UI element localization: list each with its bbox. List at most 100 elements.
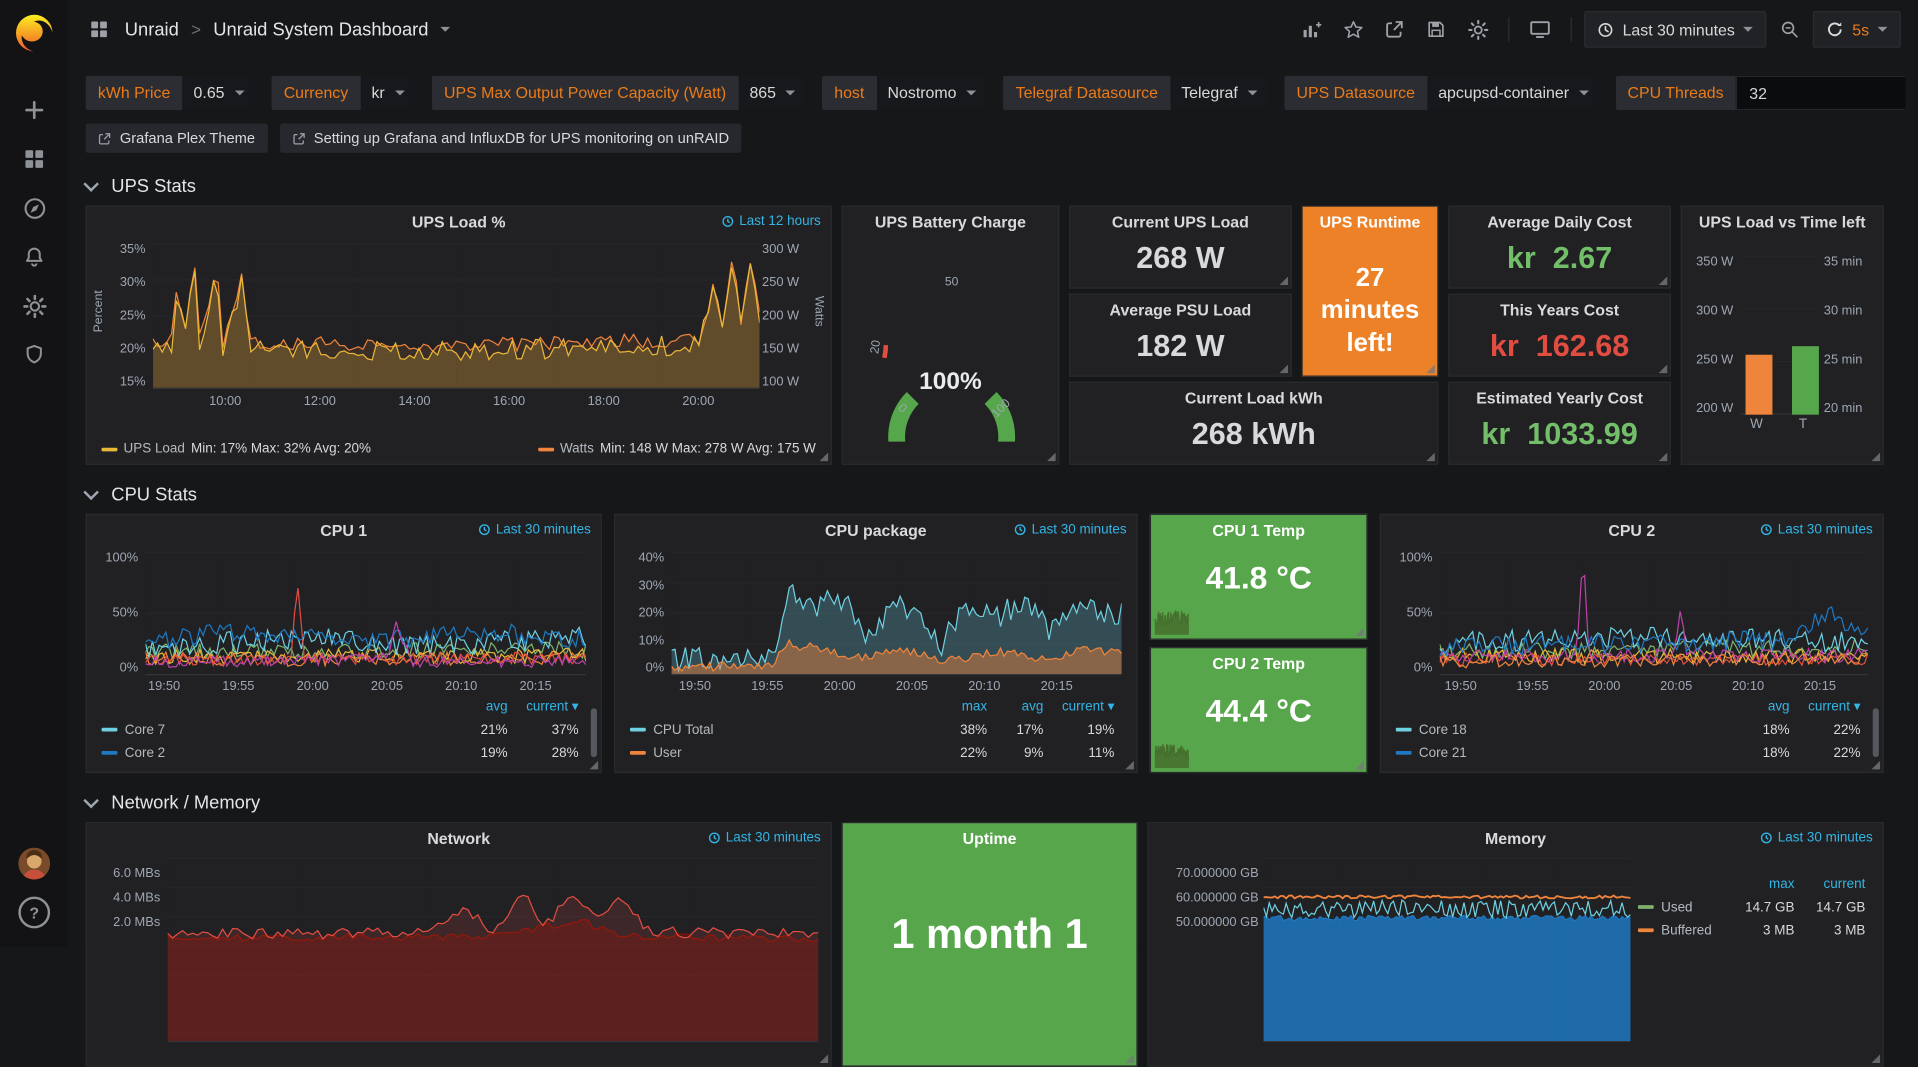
sidebar-item-alerting[interactable] — [10, 232, 59, 281]
panel-title[interactable]: Uptime — [843, 829, 1137, 847]
sidebar-item-create[interactable] — [10, 86, 59, 135]
variable-value-kwh-price[interactable]: 0.65 — [183, 76, 255, 110]
chart-plot[interactable] — [146, 552, 586, 676]
panel-title[interactable]: This Years Cost — [1450, 301, 1670, 319]
bar-chart[interactable]: WT — [1741, 256, 1819, 437]
chart-plot[interactable] — [153, 243, 760, 389]
variable-value-telegraf-datasource[interactable]: Telegraf — [1170, 76, 1267, 110]
y-axis-left: 35%30%25%20%15% — [104, 243, 146, 387]
time-series-chart[interactable] — [1264, 857, 1631, 1040]
chart-plot[interactable] — [672, 552, 1122, 676]
axis-tick: 10% — [638, 634, 664, 646]
panel-title[interactable]: Current UPS Load — [1070, 213, 1290, 231]
dashboard-link-setting-up-grafana-and-influxdb-for-ups-monitoring-on-unraid[interactable]: Setting up Grafana and InfluxDB for UPS … — [280, 124, 742, 153]
legend-scrollbar[interactable] — [1873, 708, 1879, 757]
panel-title[interactable]: Estimated Yearly Cost — [1450, 389, 1670, 407]
legend-sort-header[interactable]: current ▾ — [1048, 698, 1119, 714]
time-picker-button[interactable]: Last 30 minutes — [1585, 11, 1767, 48]
chart-plot[interactable] — [1440, 552, 1868, 676]
axis-tick: 0% — [646, 662, 665, 674]
variable-host: hostNostromo — [822, 76, 986, 110]
variable-value-currency[interactable]: kr — [360, 76, 414, 110]
bar-w[interactable]: W — [1741, 256, 1773, 437]
panel-title[interactable]: Current Load kWh — [1070, 389, 1437, 407]
sidebar-item-explore[interactable] — [10, 183, 59, 232]
sparkline — [1155, 601, 1189, 635]
variable-input-cpu-threads[interactable] — [1736, 76, 1906, 110]
gear-icon — [23, 294, 46, 317]
dashboard-link-grafana-plex-theme[interactable]: Grafana Plex Theme — [86, 124, 268, 153]
panel-title[interactable]: UPS Battery Charge — [843, 213, 1058, 231]
panel-title[interactable]: UPS Load % — [87, 213, 831, 231]
sidebar-item-dashboards[interactable] — [10, 135, 59, 184]
legend-series-name[interactable]: Core 2 — [102, 746, 457, 761]
legend-series-name[interactable]: Core 7 — [102, 722, 457, 737]
user-avatar[interactable] — [10, 839, 59, 888]
sidebar-item-server-admin[interactable] — [10, 330, 59, 379]
row-header-cpu-stats[interactable]: CPU Stats — [86, 479, 197, 508]
legend-item[interactable]: UPS LoadMin: 17% Max: 32% Avg: 20% — [102, 442, 371, 457]
time-series-chart[interactable] — [146, 552, 586, 674]
axis-tick: 0% — [1414, 662, 1433, 674]
axis-tick: 19:55 — [1516, 679, 1548, 694]
panel-title[interactable]: Average PSU Load — [1070, 301, 1290, 319]
axis-tick: 20:05 — [1660, 679, 1692, 694]
legend-series-name[interactable]: Core 18 — [1396, 722, 1738, 737]
legend-series-name[interactable]: Buffered — [1638, 923, 1743, 938]
chart-plot[interactable] — [1264, 857, 1631, 1042]
share-button[interactable] — [1377, 12, 1414, 46]
chart-plot[interactable] — [168, 857, 819, 1042]
axis-tick: 20:05 — [371, 679, 403, 694]
time-series-chart[interactable] — [1440, 552, 1868, 674]
time-series-chart[interactable] — [168, 857, 819, 1040]
time-series-chart[interactable] — [153, 243, 760, 387]
dashboard-settings-button[interactable] — [1460, 12, 1497, 46]
variable-value-ups-datasource[interactable]: apcupsd-container — [1427, 76, 1598, 110]
y-axis-left: 40%30%20%10%0% — [628, 552, 665, 674]
zoom-out-button[interactable] — [1772, 12, 1809, 46]
panel-title[interactable]: UPS Load vs Time left — [1682, 213, 1883, 231]
refresh-interval-label[interactable]: 5s — [1852, 20, 1869, 38]
legend-sort-header[interactable]: avg — [992, 699, 1048, 714]
apps-grid-icon[interactable] — [86, 12, 113, 46]
legend-series-name[interactable]: Used — [1638, 900, 1743, 915]
time-series-chart[interactable] — [672, 552, 1122, 674]
grafana-logo-icon[interactable] — [13, 12, 55, 54]
panel-title[interactable]: Average Daily Cost — [1450, 213, 1670, 231]
legend-sort-header[interactable]: current — [1799, 876, 1870, 891]
dashboard-title[interactable]: Unraid System Dashboard — [213, 19, 428, 40]
legend-scrollbar[interactable] — [591, 708, 597, 757]
variable-value-host[interactable]: Nostromo — [877, 76, 987, 110]
help-icon[interactable]: ? — [10, 888, 59, 937]
row-header-network-memory[interactable]: Network / Memory — [86, 788, 261, 817]
legend-sort-header[interactable]: avg — [1738, 699, 1794, 714]
legend-sort-header[interactable]: current ▾ — [513, 698, 584, 714]
legend-sort-header[interactable]: current ▾ — [1794, 698, 1865, 714]
panel-title[interactable]: CPU 1 Temp — [1151, 521, 1366, 539]
legend-sort-header[interactable]: max — [1743, 876, 1799, 891]
add-panel-button[interactable] — [1294, 12, 1331, 46]
link-label: Grafana Plex Theme — [120, 130, 255, 147]
refresh-button[interactable]: 5s — [1813, 11, 1901, 48]
legend-sort-header[interactable]: avg — [456, 699, 512, 714]
shield-icon — [23, 344, 45, 366]
legend-series-name[interactable]: Core 21 — [1396, 746, 1738, 761]
legend-item[interactable]: WattsMin: 148 W Max: 278 W Avg: 175 W — [538, 442, 816, 457]
breadcrumb-app[interactable]: Unraid — [125, 19, 179, 40]
tv-kiosk-button[interactable] — [1522, 12, 1559, 46]
bar-label: T — [1787, 417, 1819, 437]
variable-telegraf-datasource: Telegraf DatasourceTelegraf — [1003, 76, 1267, 110]
x-axis: 19:5019:5520:0020:0520:1020:15 — [1445, 679, 1836, 694]
legend-series-name[interactable]: CPU Total — [630, 722, 936, 737]
chevron-down-icon[interactable] — [441, 27, 451, 32]
row-header-ups-stats[interactable]: UPS Stats — [86, 171, 196, 200]
sidebar-item-configuration[interactable] — [10, 281, 59, 330]
panel-title[interactable]: UPS Runtime — [1303, 213, 1438, 231]
save-button[interactable] — [1418, 12, 1455, 46]
legend-series-name[interactable]: User — [630, 746, 936, 761]
star-button[interactable] — [1335, 12, 1372, 46]
panel-title[interactable]: CPU 2 Temp — [1151, 654, 1366, 672]
legend-sort-header[interactable]: max — [936, 699, 992, 714]
bar-t[interactable]: T — [1787, 256, 1819, 437]
variable-value-ups-max-output-power-capacity-watt[interactable]: 865 — [738, 76, 804, 110]
